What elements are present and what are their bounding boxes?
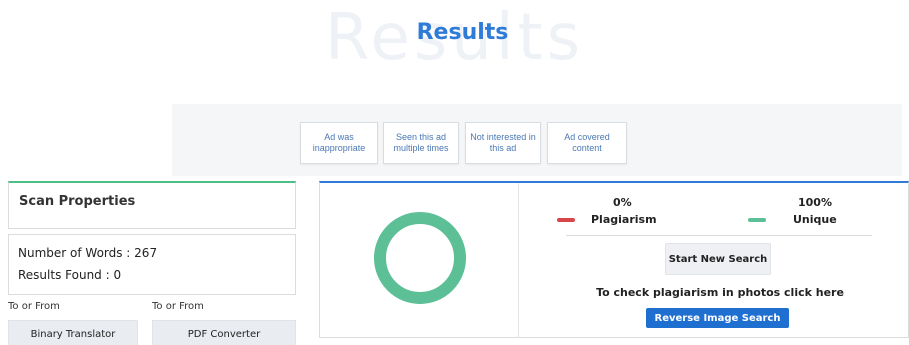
ad-feedback-not-interested-button[interactable]: Not interested in this ad	[465, 122, 541, 164]
word-count: Number of Words : 267	[18, 246, 158, 260]
pdf-converter-button[interactable]: PDF Converter	[152, 320, 296, 345]
results-found: Results Found : 0	[18, 268, 122, 282]
reverse-image-search-button[interactable]: Reverse Image Search	[646, 308, 789, 328]
result-panel: 0% 100% Plagiarism Unique Start New Sear…	[319, 181, 909, 338]
plagiarism-percent: 0%	[613, 196, 632, 209]
tool-caption-pdf: To or From	[152, 301, 204, 312]
ad-feedback-inappropriate-button[interactable]: Ad was inappropriate	[300, 122, 378, 164]
page-title: Results	[416, 20, 509, 45]
legend-divider	[566, 235, 872, 236]
unique-legend-swatch	[748, 218, 766, 222]
photo-plagiarism-text: To check plagiarism in photos click here	[596, 286, 844, 299]
start-new-search-button[interactable]: Start New Search	[665, 243, 771, 275]
ad-feedback-seen-multiple-button[interactable]: Seen this ad multiple times	[383, 122, 459, 164]
scan-properties-box: Scan Properties	[8, 181, 296, 229]
ad-feedback-panel: Ad was inappropriate Seen this ad multip…	[172, 104, 902, 176]
unique-ring	[374, 212, 466, 304]
binary-translator-button[interactable]: Binary Translator	[8, 320, 138, 345]
result-donut-chart	[374, 212, 466, 304]
unique-percent: 100%	[798, 196, 832, 209]
result-donut-area	[320, 183, 519, 338]
plagiarism-legend-swatch	[557, 218, 575, 222]
unique-legend-label: Unique	[793, 213, 837, 226]
scan-stats-box: Number of Words : 267 Results Found : 0	[8, 234, 296, 295]
plagiarism-legend-label: Plagiarism	[591, 213, 657, 226]
scan-properties-title: Scan Properties	[19, 194, 136, 209]
tool-caption-binary: To or From	[8, 301, 60, 312]
ad-feedback-covered-content-button[interactable]: Ad covered content	[547, 122, 627, 164]
